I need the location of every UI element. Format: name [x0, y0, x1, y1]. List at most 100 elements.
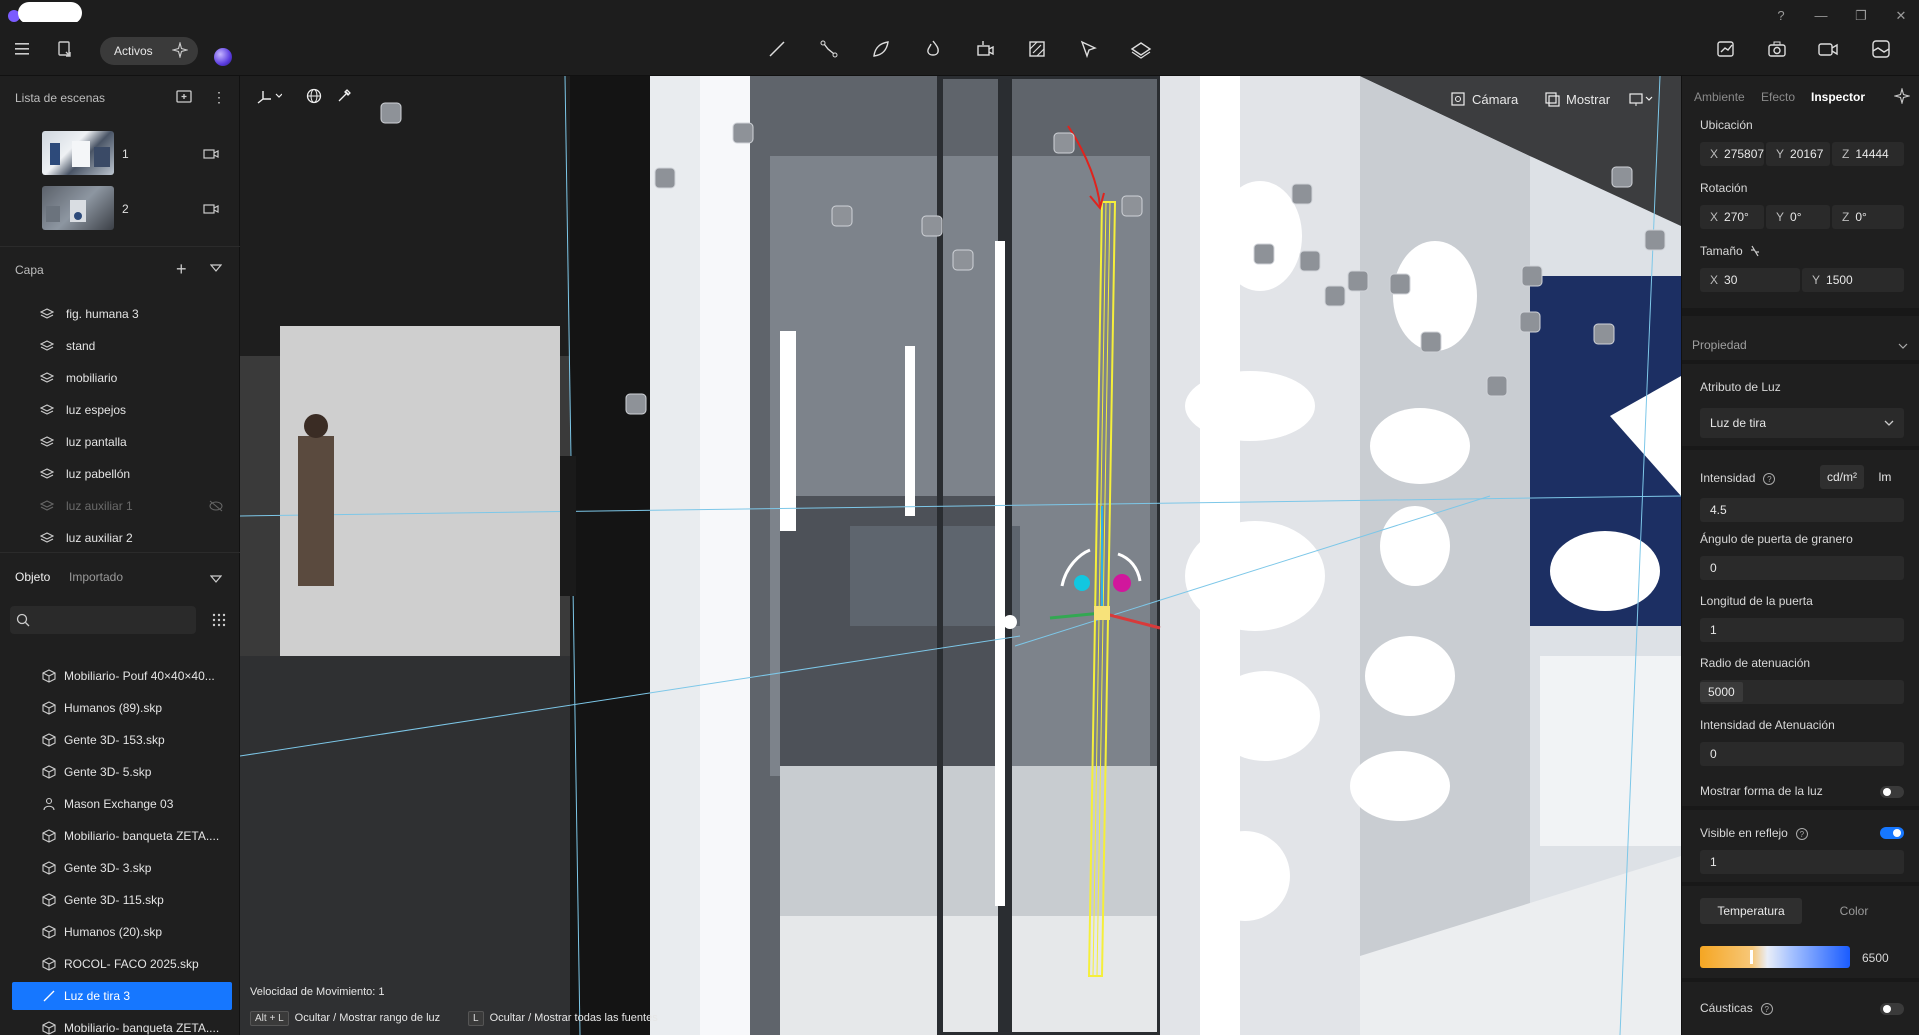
globe-icon[interactable] [306, 88, 322, 107]
tab-temperatura[interactable]: Temperatura [1700, 898, 1802, 924]
collapse-chevron-icon[interactable] [1898, 339, 1908, 353]
scene-thumbnail-1[interactable] [42, 131, 114, 175]
ai-assist-icon[interactable] [1892, 86, 1912, 107]
grid-view-icon[interactable] [212, 613, 226, 630]
atten-intensity-input[interactable]: 0 [1700, 742, 1904, 766]
object-list-item[interactable]: Gente 3D- 3.skp [12, 854, 232, 882]
layer-item[interactable]: luz pantalla [40, 432, 127, 452]
objects-filter-icon[interactable] [209, 573, 223, 587]
add-scene-icon[interactable] [176, 90, 192, 107]
object-list-item[interactable]: Mason Exchange 03 [12, 790, 232, 818]
location-x-field[interactable]: X 275807 [1700, 142, 1764, 166]
chart-icon[interactable] [1713, 36, 1739, 62]
tab-color[interactable]: Color [1804, 898, 1904, 924]
transform-gizmo-icon[interactable] [256, 88, 283, 107]
barn-angle-input[interactable]: 0 [1700, 556, 1904, 580]
temperature-slider-handle[interactable] [1750, 950, 1753, 964]
help-icon[interactable]: ? [1795, 828, 1808, 840]
door-length-input[interactable]: 1 [1700, 618, 1904, 642]
object-list-item[interactable]: Humanos (20).skp [12, 918, 232, 946]
leaf-tool-icon[interactable] [868, 36, 894, 62]
light-type-select[interactable]: Luz de tira [1700, 408, 1904, 438]
fire-tool-icon[interactable] [920, 36, 946, 62]
object-list-item[interactable]: Mobiliario- banqueta ZETA.... [12, 822, 232, 850]
object-list-item[interactable]: Luz de tira 3 [12, 982, 232, 1010]
eyedropper-icon[interactable] [336, 88, 352, 107]
show-shape-toggle[interactable] [1880, 786, 1904, 798]
scene-camera-icon-2[interactable] [203, 203, 219, 218]
show-button[interactable]: Mostrar [1544, 86, 1610, 112]
tab-efecto[interactable]: Efecto [1761, 90, 1795, 104]
unit-cd-button[interactable]: cd/m² [1820, 465, 1864, 489]
layer-item[interactable]: mobiliario [40, 368, 117, 388]
atten-radius-input[interactable]: 5000 [1700, 680, 1904, 704]
size-label-row: Tamaño [1700, 244, 1761, 258]
intensity-input[interactable]: 4.5 [1700, 498, 1904, 522]
unlink-icon[interactable] [1749, 244, 1761, 258]
object-list-item[interactable]: Mobiliario- Pouf 40×40×40... [12, 662, 232, 690]
menu-icon[interactable] [10, 36, 36, 62]
layer-item[interactable]: stand [40, 336, 95, 356]
layer-item[interactable]: luz auxiliar 2 [40, 528, 133, 548]
scene-label-1[interactable]: 1 [122, 147, 129, 161]
object-search-input[interactable] [10, 606, 196, 634]
section-icon[interactable] [1024, 36, 1050, 62]
assets-toggle-button[interactable]: Activos [100, 37, 198, 65]
object-list-item[interactable]: Gente 3D- 115.skp [12, 886, 232, 914]
scenes-more-icon[interactable]: ⋮ [212, 89, 226, 106]
rotation-z-field[interactable]: Z 0° [1832, 205, 1904, 229]
scene-thumbnail-2[interactable] [42, 186, 114, 230]
location-y-field[interactable]: Y 20167 [1766, 142, 1830, 166]
layer-item[interactable]: luz espejos [40, 400, 126, 420]
divider [0, 552, 240, 553]
polyline-tool-icon[interactable] [816, 36, 842, 62]
object-list-item[interactable]: Humanos (89).skp [12, 694, 232, 722]
tab-inspector[interactable]: Inspector [1811, 90, 1865, 104]
rotation-y-field[interactable]: Y 0° [1766, 205, 1830, 229]
object-list-item[interactable]: ROCOL- FACO 2025.skp [12, 950, 232, 978]
layer-item[interactable]: fig. humana 3 [40, 304, 139, 324]
layer-item[interactable]: luz pabellón [40, 464, 130, 484]
object-list-item[interactable]: Gente 3D- 5.skp [12, 758, 232, 786]
tab-ambiente[interactable]: Ambiente [1694, 90, 1745, 104]
add-layer-icon[interactable]: + [176, 259, 187, 280]
scene-camera-icon-1[interactable] [203, 148, 219, 163]
help-icon[interactable]: ? [1766, 8, 1796, 23]
3d-viewport[interactable]: Cámara Mostrar Velocidad de Movimiento: … [240, 76, 1681, 1035]
caustics-toggle[interactable] [1880, 1003, 1904, 1015]
temperature-value[interactable]: 6500 [1862, 951, 1889, 965]
unit-lm-button[interactable]: lm [1866, 465, 1904, 489]
size-y-field[interactable]: Y 1500 [1802, 268, 1904, 292]
size-x-field[interactable]: X 30 [1700, 268, 1800, 292]
help-icon[interactable]: ? [1760, 1003, 1773, 1015]
visible-reflection-toggle[interactable] [1880, 827, 1904, 839]
select-arrow-icon[interactable] [1076, 36, 1102, 62]
layer-item[interactable]: luz auxiliar 1 [40, 496, 223, 516]
photo-camera-icon[interactable] [1764, 36, 1790, 62]
object-label: Mobiliario- Pouf 40×40×40... [64, 669, 215, 683]
ai-orb-icon[interactable] [214, 48, 232, 66]
video-camera-icon[interactable] [1815, 36, 1841, 62]
reflection-input[interactable]: 1 [1700, 850, 1904, 874]
object-list-item[interactable]: Gente 3D- 153.skp [12, 726, 232, 754]
location-z-field[interactable]: Z 14444 [1832, 142, 1904, 166]
hidden-eye-icon[interactable] [208, 500, 224, 512]
tab-objeto[interactable]: Objeto [15, 570, 50, 584]
tab-importado[interactable]: Importado [69, 570, 123, 584]
plane-icon[interactable] [1128, 36, 1154, 62]
property-header[interactable]: Propiedad [1692, 338, 1747, 352]
camera-move-icon[interactable] [972, 36, 998, 62]
help-icon[interactable]: ? [1763, 473, 1776, 485]
scene-label-2[interactable]: 2 [122, 202, 129, 216]
camera-button[interactable]: Cámara [1450, 86, 1518, 112]
export-file-icon[interactable] [52, 36, 78, 62]
object-label: Mason Exchange 03 [64, 797, 174, 811]
object-list-item[interactable]: Mobiliario- banqueta ZETA.... [12, 1014, 232, 1035]
layers-filter-icon[interactable] [209, 262, 223, 276]
line-tool-icon[interactable] [764, 36, 790, 62]
temperature-slider[interactable] [1700, 946, 1850, 968]
gallery-icon[interactable] [1868, 36, 1894, 62]
minimize-button[interactable]: — [1806, 8, 1836, 23]
rotation-x-field[interactable]: X 270° [1700, 205, 1764, 229]
view-options-button[interactable] [1628, 86, 1654, 112]
